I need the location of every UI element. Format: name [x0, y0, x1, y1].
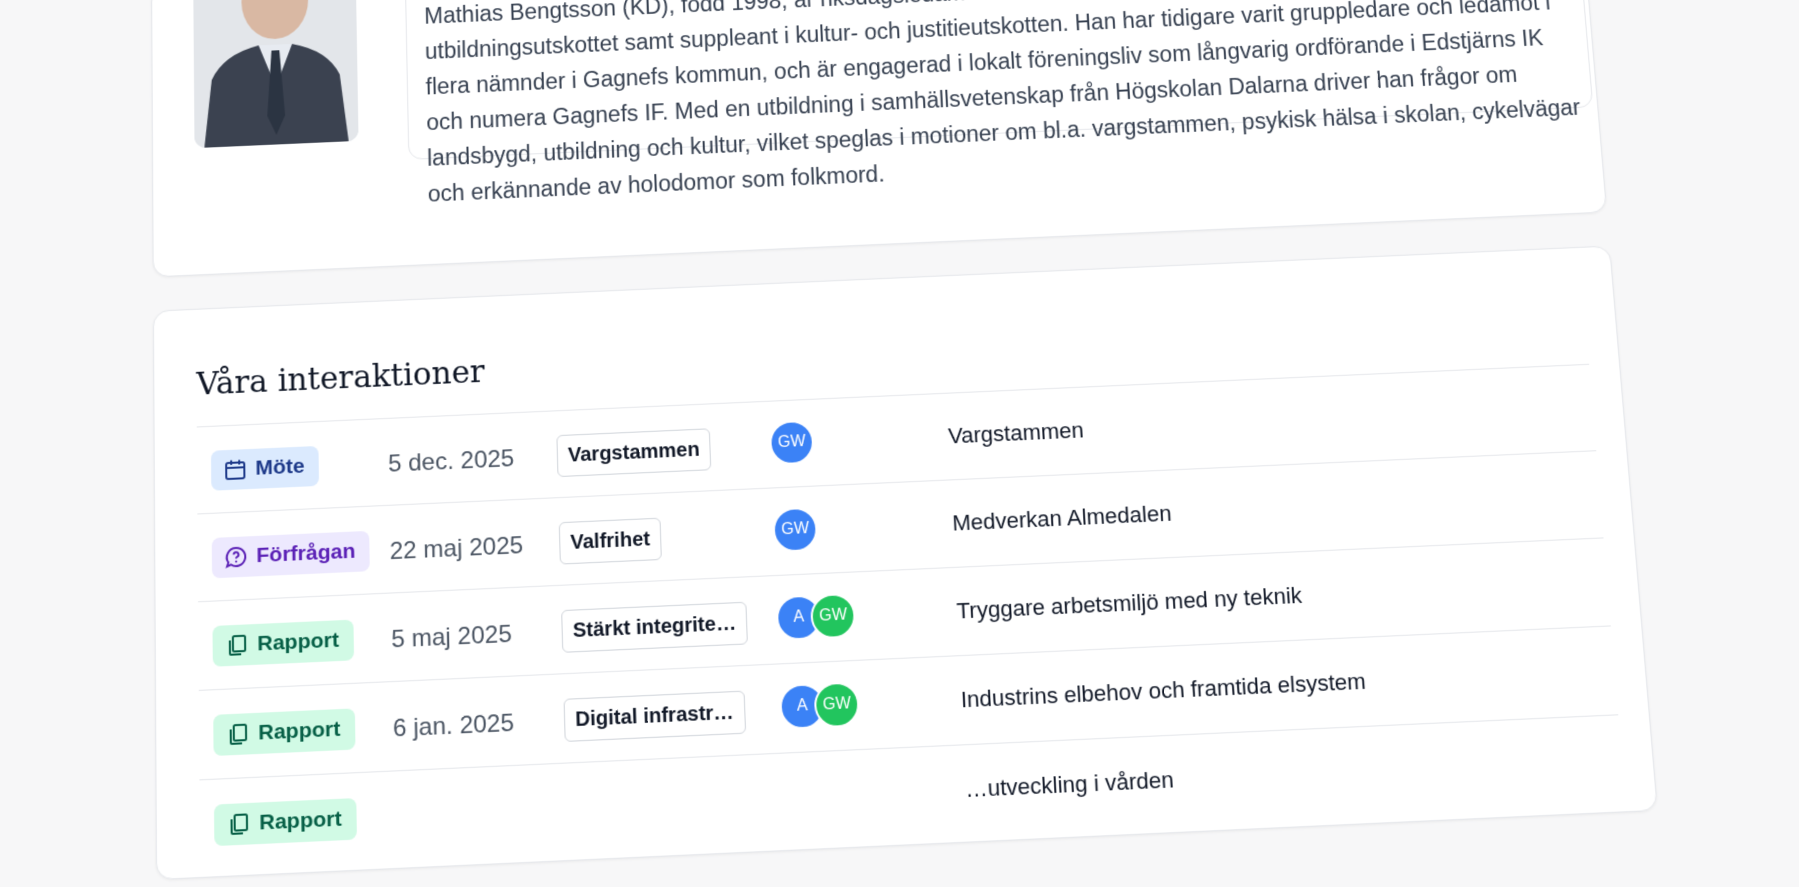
profile-photo [193, 0, 358, 148]
topic-tag[interactable]: Vargstammen [556, 428, 711, 477]
interaction-date: 5 maj 2025 [391, 621, 512, 655]
avatar[interactable]: GW [772, 507, 818, 553]
type-badge: Rapport [213, 708, 355, 756]
interaction-subject[interactable]: Industrins elbehov och framtida elsystem [960, 668, 1366, 713]
profile-bio: Mathias Bengtsson (KD), född 1998, är ri… [424, 0, 1585, 212]
interaction-subject[interactable]: Vargstammen [948, 417, 1085, 449]
type-badge: Rapport [214, 798, 356, 846]
interaction-date: 6 jan. 2025 [393, 709, 515, 743]
interaction-subject[interactable]: Tryggare arbetsmiljö med ny teknik [956, 583, 1303, 625]
bio-box: Mathias Bengtsson (KD), född 1998, är ri… [405, 0, 1594, 160]
page: Mathias Bengtsson (KD), född 1998, är ri… [0, 0, 1799, 789]
type-label: Förfrågan [256, 540, 355, 569]
profile-card: Mathias Bengtsson (KD), född 1998, är ri… [151, 0, 1607, 277]
type-badge: Förfrågan [212, 531, 370, 579]
avatar-group: GW [769, 420, 815, 466]
type-label: Möte [255, 455, 305, 481]
avatar[interactable]: GW [810, 593, 856, 640]
calendar-icon [223, 457, 247, 482]
type-label: Rapport [257, 628, 339, 656]
type-label: Rapport [258, 717, 340, 745]
avatar-group: AGW [779, 681, 860, 730]
documents-icon [226, 811, 251, 837]
avatar[interactable]: GW [769, 420, 815, 466]
chat-question-icon [224, 544, 248, 569]
documents-icon [226, 721, 251, 747]
documents-icon [225, 632, 250, 658]
interaction-date: 5 dec. 2025 [388, 445, 515, 479]
avatar-group: AGW [776, 593, 857, 641]
interaction-subject[interactable]: …utveckling i vården [965, 767, 1175, 803]
interactions-list: Möte 5 dec. 2025 Vargstammen GW Vargstammen F… [197, 364, 1626, 870]
section-title: Våra interaktioner [196, 354, 485, 403]
person-photo-icon [193, 0, 358, 148]
type-badge: Möte [211, 446, 319, 491]
avatar-group: GW [772, 507, 818, 553]
avatar[interactable]: GW [814, 681, 861, 728]
type-label: Rapport [259, 807, 342, 836]
interactions-card: Våra interaktioner Möte 5 dec. 2025 Vargst… [153, 246, 1658, 881]
type-badge: Rapport [212, 620, 353, 667]
topic-tag[interactable]: Digital infrastr… [564, 691, 746, 742]
interaction-subject[interactable]: Medverkan Almedalen [952, 501, 1173, 537]
topic-tag[interactable]: Stärkt integrite… [561, 602, 748, 653]
interaction-date: 22 maj 2025 [389, 532, 523, 566]
topic-tag[interactable]: Valfrihet [559, 518, 662, 565]
